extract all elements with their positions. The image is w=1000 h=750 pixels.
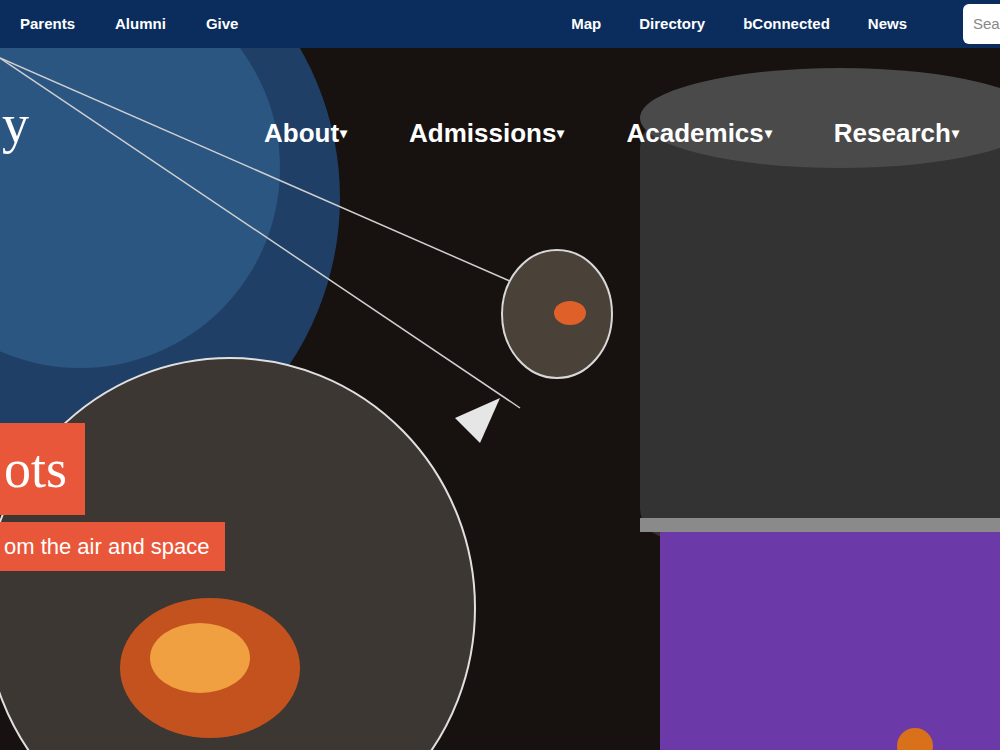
top-bar: Parents Alumni Give Map Directory bConnected N… [0, 0, 1000, 48]
nav-item[interactable]: About▾ [264, 117, 347, 149]
caret-icon: ▾ [340, 117, 347, 149]
search-placeholder: Sea [973, 13, 1000, 36]
top-links-right: Map Directory bConnected News [571, 13, 907, 36]
nav-item[interactable]: Admissions▾ [409, 117, 564, 149]
caret-icon: ▾ [557, 117, 564, 149]
caret-icon: ▾ [952, 117, 959, 149]
top-link[interactable]: bConnected [743, 13, 830, 36]
page: Parents Alumni Give Map Directory bConnected N… [0, 0, 1000, 750]
logo[interactable]: y [2, 92, 29, 156]
top-link[interactable]: Directory [639, 13, 705, 36]
nav-item[interactable]: Research▾ [834, 117, 959, 149]
hero-subheadline: om the air and space [0, 522, 225, 571]
hero-headline[interactable]: ots [0, 423, 85, 515]
search-field[interactable]: Sea [963, 4, 1000, 44]
top-link[interactable]: Give [206, 13, 239, 36]
caret-icon: ▾ [765, 117, 772, 149]
top-link[interactable]: Parents [20, 13, 75, 36]
top-link[interactable]: Map [571, 13, 601, 36]
nav-item[interactable]: Academics▾ [626, 117, 771, 149]
hero-caption: ots om the air and space [0, 423, 225, 571]
hero: y About▾ Admissions▾ Academics▾ Research▾ ots… [0, 48, 1000, 750]
hero-image [0, 48, 1000, 750]
top-links-left: Parents Alumni Give [0, 13, 238, 36]
main-nav: About▾ Admissions▾ Academics▾ Research▾ [264, 117, 959, 149]
top-link[interactable]: Alumni [115, 13, 166, 36]
top-link[interactable]: News [868, 13, 907, 36]
